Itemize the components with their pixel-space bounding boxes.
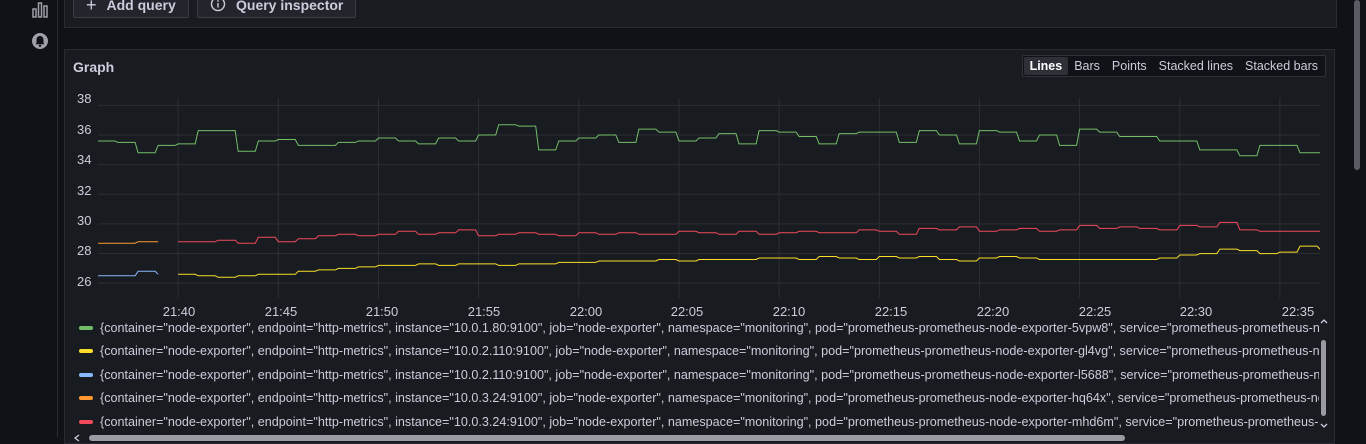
alert-bell-icon[interactable] bbox=[30, 31, 50, 51]
visualization-type-selector: Lines Bars Points Stacked lines Stacked … bbox=[1021, 55, 1326, 77]
y-tick-label: 32 bbox=[77, 183, 92, 198]
legend-item[interactable]: {container="node-exporter", endpoint="ht… bbox=[79, 410, 1319, 432]
page-scrollbar[interactable] bbox=[1352, 0, 1362, 437]
legend-label: {container="node-exporter", endpoint="ht… bbox=[100, 367, 1319, 382]
legend-label: {container="node-exporter", endpoint="ht… bbox=[100, 320, 1319, 335]
legend-item[interactable]: {container="node-exporter", endpoint="ht… bbox=[79, 363, 1319, 387]
panel-title: Graph bbox=[73, 59, 115, 75]
legend-label: {container="node-exporter", endpoint="ht… bbox=[100, 414, 1319, 429]
y-tick-label: 36 bbox=[77, 122, 92, 137]
legend-item[interactable]: {container="node-exporter", endpoint="ht… bbox=[79, 387, 1319, 411]
plus-icon: + bbox=[86, 0, 97, 15]
series-line-4 bbox=[178, 221, 1320, 244]
legend-swatch bbox=[79, 349, 93, 354]
view-option-bars[interactable]: Bars bbox=[1068, 57, 1106, 75]
legend-swatch bbox=[79, 372, 93, 377]
view-option-stacked-lines[interactable]: Stacked lines bbox=[1153, 57, 1239, 75]
query-inspector-button[interactable]: Query inspector bbox=[197, 0, 357, 18]
add-query-label: Add query bbox=[106, 0, 176, 13]
series-line-1 bbox=[178, 245, 1320, 278]
series-line-0 bbox=[98, 124, 1320, 157]
legend: {container="node-exporter", endpoint="ht… bbox=[79, 316, 1319, 432]
legend-scrollbar[interactable] bbox=[1318, 316, 1330, 432]
left-sidebar bbox=[0, 0, 58, 437]
series-line-3 bbox=[98, 241, 159, 244]
bar-chart-icon[interactable] bbox=[30, 0, 50, 20]
y-tick-label: 38 bbox=[77, 91, 92, 106]
y-tick-label: 28 bbox=[77, 243, 92, 258]
legend-horizontal-scrollbar[interactable] bbox=[65, 433, 1334, 443]
view-option-stacked-bars[interactable]: Stacked bars bbox=[1239, 57, 1324, 75]
query-toolbar-panel: + Add query Query inspector bbox=[64, 0, 1337, 28]
view-option-lines[interactable]: Lines bbox=[1023, 57, 1069, 75]
legend-label: {container="node-exporter", endpoint="ht… bbox=[100, 344, 1319, 359]
add-query-button[interactable]: + Add query bbox=[73, 0, 189, 18]
query-inspector-label: Query inspector bbox=[236, 0, 344, 13]
y-tick-label: 30 bbox=[77, 213, 92, 228]
graph-panel: Graph Lines Bars Points Stacked lines St… bbox=[64, 49, 1335, 444]
legend-item[interactable]: {container="node-exporter", endpoint="ht… bbox=[79, 316, 1319, 340]
view-option-points[interactable]: Points bbox=[1106, 57, 1153, 75]
y-tick-label: 26 bbox=[77, 274, 92, 289]
y-tick-label: 34 bbox=[77, 152, 92, 167]
info-circle-icon bbox=[210, 0, 226, 15]
legend-swatch bbox=[79, 325, 93, 330]
legend-swatch bbox=[79, 419, 93, 424]
series-line-2 bbox=[98, 270, 159, 277]
legend-item[interactable]: {container="node-exporter", endpoint="ht… bbox=[79, 340, 1319, 364]
legend-swatch bbox=[79, 396, 93, 401]
legend-label: {container="node-exporter", endpoint="ht… bbox=[100, 391, 1319, 406]
line-chart[interactable] bbox=[98, 98, 1320, 298]
